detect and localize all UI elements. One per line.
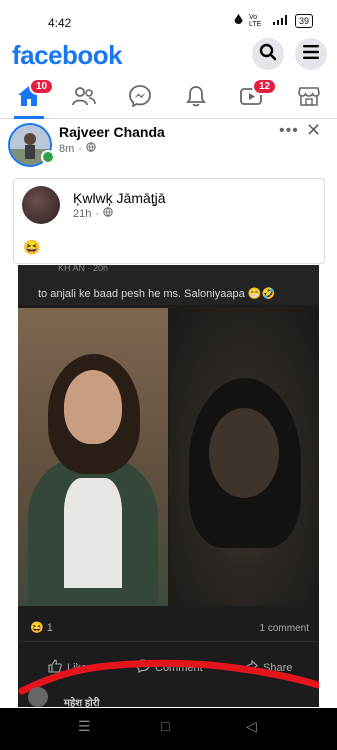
more-options-button[interactable]: ••• (279, 122, 299, 140)
embedded-comment-header: KH AN · 20h to anjali ke baad pesh he ms… (18, 265, 319, 305)
shared-post-time[interactable]: 21h (73, 208, 91, 220)
photo-right-face (209, 408, 279, 498)
marketplace-icon (298, 86, 320, 111)
messenger-icon (129, 84, 151, 112)
embedded-comment-text: to anjali ke baad pesh he ms. Saloniyaap… (38, 288, 276, 300)
home-badge: 10 (29, 78, 55, 95)
embedded-commenter-avatar (28, 687, 48, 707)
menu-icon (302, 44, 320, 65)
tab-friends[interactable] (64, 80, 104, 116)
shared-post-card[interactable]: Ķwlwķ Jāmāţjā 21h · 😆 (13, 178, 325, 264)
tab-video[interactable]: 12 (232, 78, 278, 116)
post-time[interactable]: 8m (59, 143, 74, 155)
menu-button[interactable] (295, 38, 327, 70)
facebook-logo[interactable]: facebook (12, 40, 123, 71)
tab-marketplace[interactable] (289, 80, 329, 116)
network-label: Vo LTE (248, 14, 262, 28)
post-header: Rajveer Chanda 8m · ••• ✕ (0, 120, 337, 172)
online-status-indicator (41, 150, 55, 164)
shared-post-meta: 21h · (73, 207, 113, 220)
meta-separator: · (95, 207, 100, 220)
globe-icon (86, 142, 96, 155)
active-tab-indicator (14, 116, 44, 119)
tab-notifications[interactable] (176, 80, 216, 116)
photo-right (169, 308, 319, 606)
status-time: 4:42 (48, 16, 72, 30)
alarm-icon (234, 14, 243, 28)
friends-icon (72, 86, 96, 111)
home-button[interactable]: □ (161, 718, 169, 734)
top-navigation: 10 12 (0, 78, 337, 119)
post-meta: 8m · (59, 142, 96, 155)
bell-icon (186, 85, 206, 112)
battery-indicator: 39 (294, 14, 313, 28)
system-navigation-bar: ☰ □ ◁ (0, 708, 337, 750)
close-button[interactable]: ✕ (306, 120, 321, 141)
globe-icon (103, 207, 113, 220)
signal-icon (272, 14, 289, 28)
embedded-header-text: KH AN · 20h (58, 265, 109, 273)
post-emoji: 😆 (23, 239, 41, 255)
status-icons: Vo LTE 39 (234, 14, 313, 28)
embedded-comment-count: 1 comment (259, 623, 309, 634)
photo-left-shirt (64, 478, 122, 588)
back-button[interactable]: ◁ (246, 718, 257, 735)
post-image[interactable]: KH AN · 20h to anjali ke baad pesh he ms… (18, 265, 319, 707)
photo-left (18, 308, 168, 606)
embedded-commenter-name: महेश होरी (64, 698, 100, 707)
tab-messenger[interactable] (120, 80, 160, 116)
post-author-name[interactable]: Rajveer Chanda (59, 124, 165, 140)
meta-separator: · (78, 142, 82, 155)
shared-author-name[interactable]: Ķwlwķ Jāmāţjā (73, 190, 166, 206)
tab-home[interactable]: 10 (9, 78, 55, 116)
search-icon (259, 43, 277, 66)
photo-left-face (64, 370, 122, 444)
shared-author-avatar[interactable] (22, 186, 60, 224)
embedded-reaction-count: 😆 1 (30, 622, 53, 634)
status-bar: 4:42 Vo LTE 39 (0, 0, 337, 40)
recent-apps-button[interactable]: ☰ (78, 718, 91, 735)
video-badge: 12 (252, 78, 278, 95)
app-header: facebook (0, 38, 337, 74)
embedded-reaction-bar: 😆 1 1 comment (18, 617, 319, 642)
search-button[interactable] (252, 38, 284, 70)
